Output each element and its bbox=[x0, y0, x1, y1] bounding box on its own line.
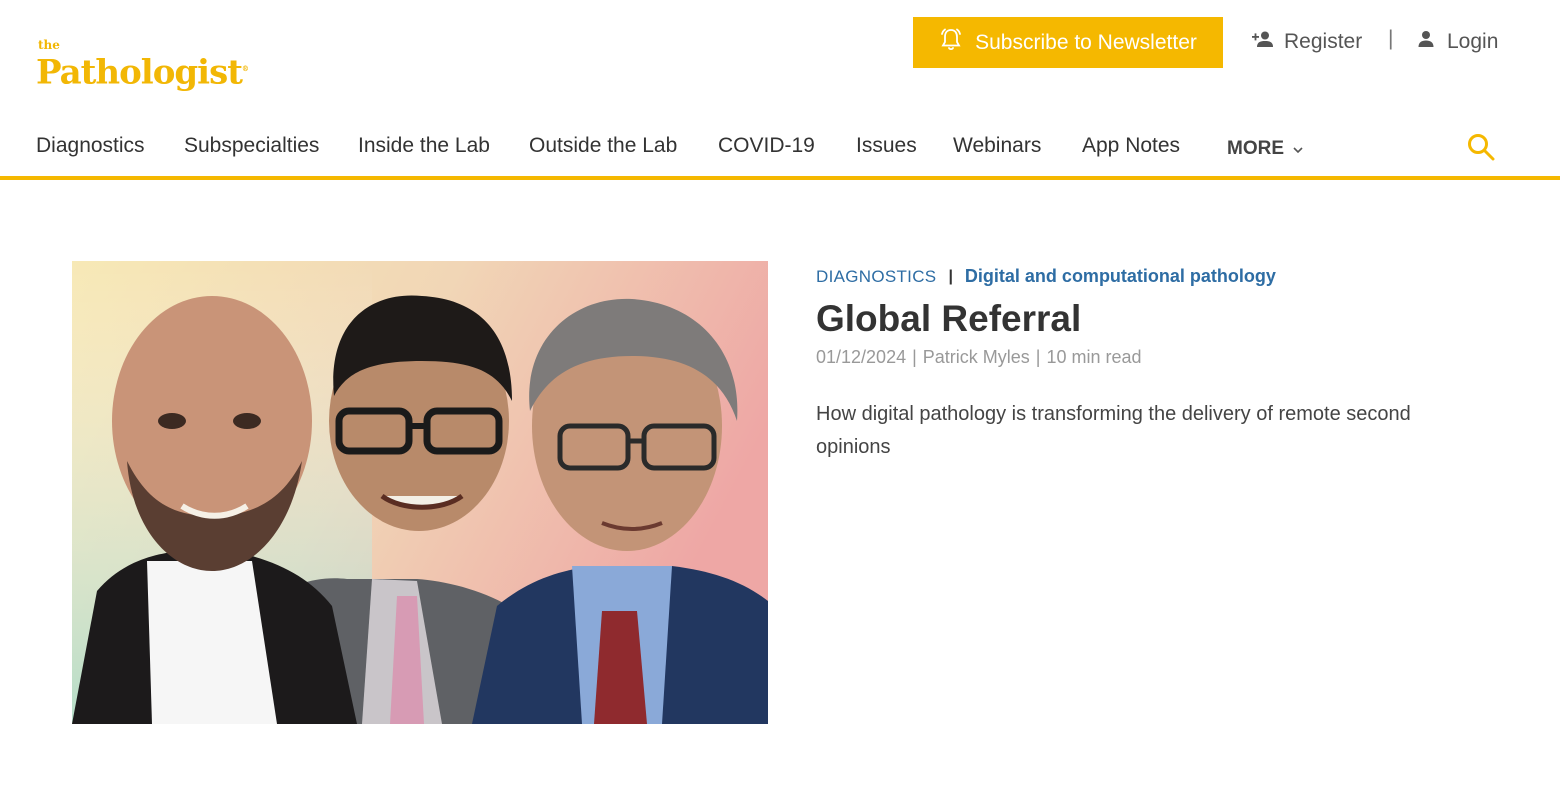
main-nav: Diagnostics Subspecialties Inside the La… bbox=[0, 118, 1560, 180]
login-label: Login bbox=[1447, 30, 1499, 53]
nav-item-inside-the-lab[interactable]: Inside the Lab bbox=[358, 134, 490, 158]
login-link[interactable]: Login bbox=[1415, 28, 1498, 56]
meta-separator: | bbox=[912, 347, 917, 367]
subscribe-newsletter-button[interactable]: Subscribe to Newsletter bbox=[913, 17, 1223, 68]
more-menu-button[interactable]: MORE bbox=[1227, 138, 1304, 160]
article-description: How digital pathology is transforming th… bbox=[816, 403, 1411, 458]
nav-item-issues[interactable]: Issues bbox=[856, 134, 917, 158]
more-label: MORE bbox=[1227, 138, 1284, 159]
article-read-time: 10 min read bbox=[1046, 347, 1142, 367]
register-label: Register bbox=[1284, 30, 1363, 53]
nav-item-diagnostics[interactable]: Diagnostics bbox=[36, 134, 145, 158]
bell-icon bbox=[939, 27, 963, 59]
meta-separator: | bbox=[1035, 347, 1041, 367]
user-icon bbox=[1415, 30, 1437, 54]
subcategory-link[interactable]: Digital and computational pathology bbox=[965, 266, 1276, 287]
add-user-icon bbox=[1252, 30, 1274, 54]
article-meta: 01/12/2024 | Patrick Myles | 10 min read bbox=[816, 347, 1142, 368]
subscribe-label: Subscribe to Newsletter bbox=[975, 30, 1197, 54]
logo-main-text: Pathologist® bbox=[36, 52, 249, 93]
site-logo[interactable]: the Pathologist® bbox=[36, 38, 281, 96]
article-author: Patrick Myles bbox=[922, 347, 1030, 367]
nav-item-app-notes[interactable]: App Notes bbox=[1082, 134, 1180, 158]
auth-separator: | bbox=[1388, 27, 1394, 50]
nav-item-webinars[interactable]: Webinars bbox=[953, 134, 1041, 158]
article-title[interactable]: Global Referral bbox=[816, 298, 1081, 340]
search-icon[interactable] bbox=[1466, 132, 1496, 162]
nav-item-subspecialties[interactable]: Subspecialties bbox=[184, 134, 319, 158]
register-link[interactable]: Register bbox=[1252, 28, 1362, 56]
category-link[interactable]: DIAGNOSTICS bbox=[816, 267, 936, 287]
article-hero-image[interactable] bbox=[72, 261, 768, 724]
article-categories: DIAGNOSTICS | Digital and computational … bbox=[816, 266, 1276, 287]
category-separator: | bbox=[948, 267, 953, 285]
chevron-down-icon bbox=[1292, 138, 1304, 160]
nav-item-covid-19[interactable]: COVID-19 bbox=[718, 134, 815, 158]
nav-item-outside-the-lab[interactable]: Outside the Lab bbox=[529, 134, 677, 158]
article-date: 01/12/2024 bbox=[816, 347, 907, 367]
